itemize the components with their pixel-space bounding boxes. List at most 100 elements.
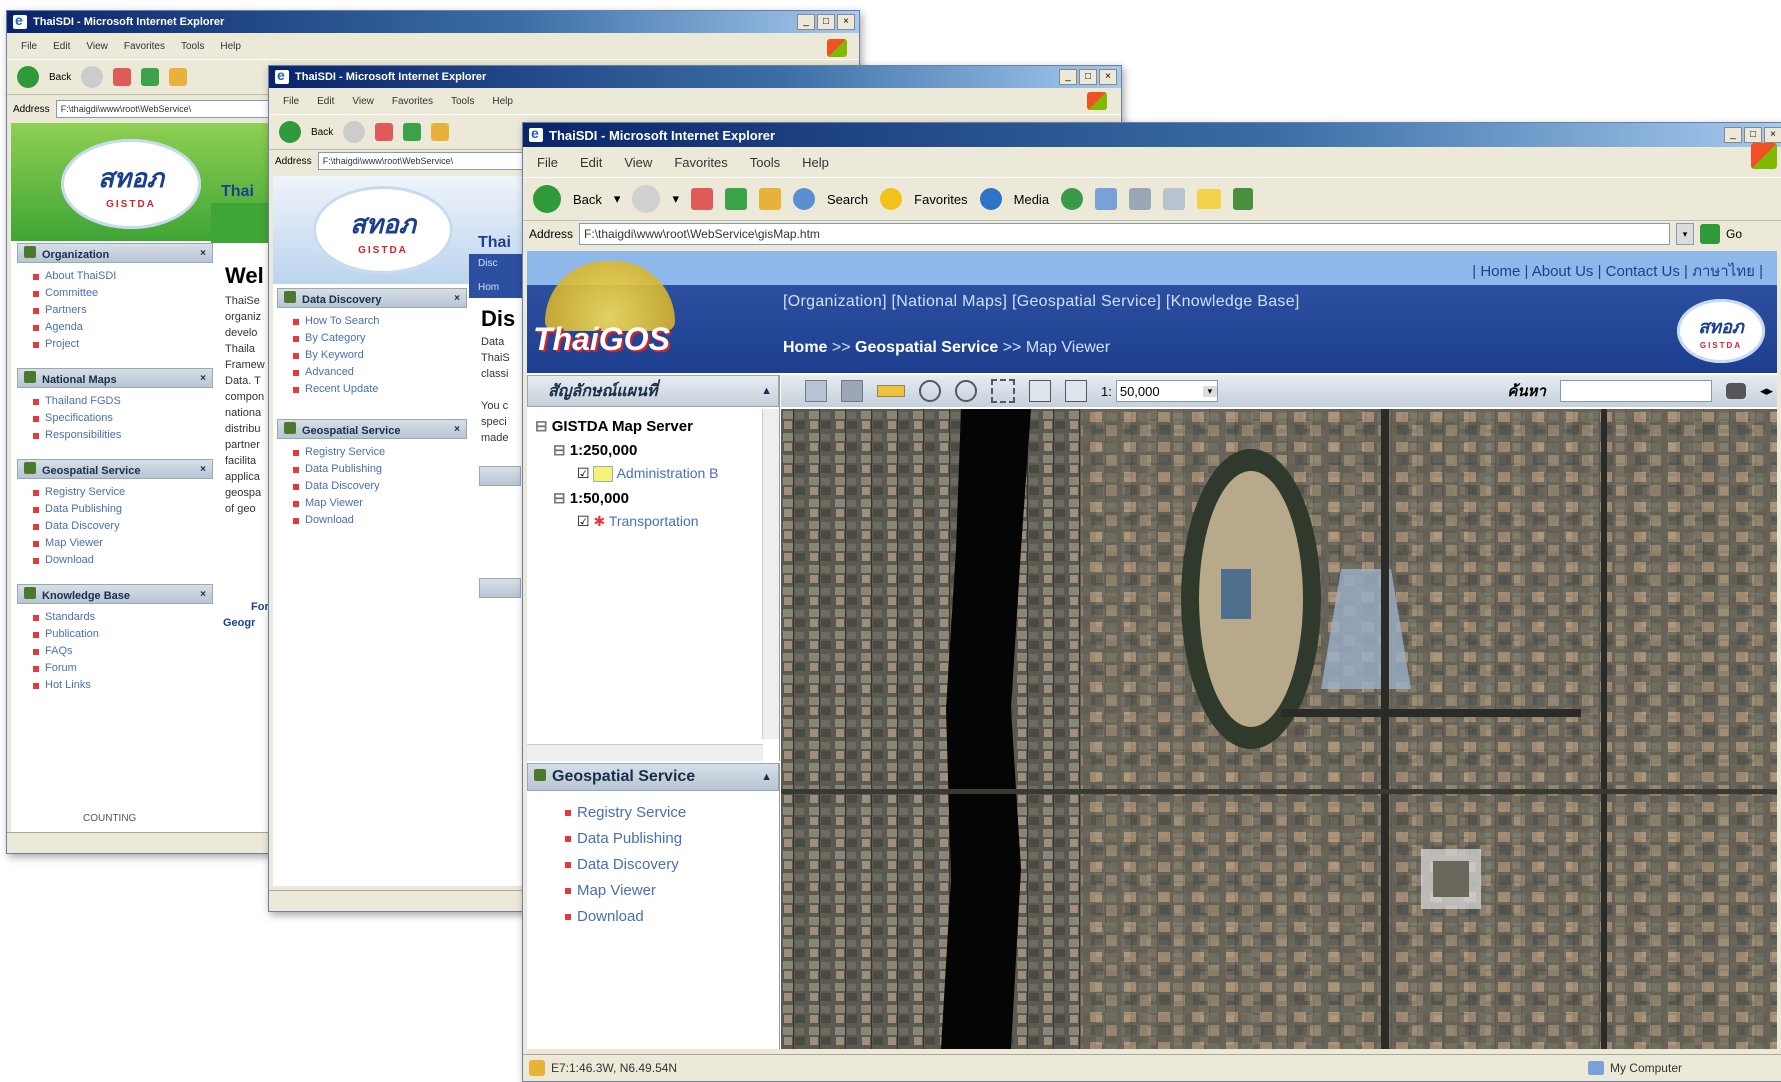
home-icon[interactable] (169, 68, 188, 86)
collapse-icon[interactable]: ▲ (761, 385, 772, 397)
menu-file[interactable]: File (283, 96, 299, 107)
horizontal-scrollbar[interactable] (527, 744, 763, 761)
w1-section-header[interactable]: Geospatial Service × (17, 459, 213, 479)
nav-link[interactable]: Registry Service (293, 445, 467, 460)
nav-link[interactable]: Registry Service (33, 485, 213, 500)
zoom-out-icon[interactable] (955, 380, 977, 402)
nav-link[interactable]: Data Publishing (293, 462, 467, 477)
menu-favorites[interactable]: Favorites (124, 41, 165, 52)
nav-link[interactable]: Data Discovery (293, 479, 467, 494)
stop-icon[interactable] (375, 123, 394, 141)
nav-link[interactable]: Map Viewer (293, 496, 467, 511)
forward-icon[interactable] (632, 185, 661, 213)
stop-icon[interactable] (113, 68, 132, 86)
title-bar[interactable]: ThaiSDI - Microsoft Internet Explorer (523, 123, 1781, 147)
forward-dropdown[interactable]: ▾ (672, 191, 679, 207)
vertical-scrollbar[interactable] (762, 409, 779, 739)
tree-group-250000[interactable]: ⊟ 1:250,000 (553, 441, 637, 459)
breadcrumb-home[interactable]: Home (783, 339, 827, 356)
tree-layer-transportation[interactable]: ☑ ✱ Transportation (577, 513, 699, 530)
chevron-down-icon[interactable]: ▾ (1202, 385, 1217, 397)
zoom-in-icon[interactable] (919, 380, 941, 402)
nav-link[interactable]: Hot Links (33, 678, 213, 693)
nav-link[interactable]: Agenda (33, 320, 213, 335)
mail-icon[interactable] (1095, 188, 1118, 210)
w1-section-header[interactable]: National Maps × (17, 368, 213, 388)
favorites-label[interactable]: Favorites (914, 192, 967, 207)
home-icon[interactable] (431, 123, 450, 141)
link-download[interactable]: Download (565, 905, 779, 929)
full-extent-icon[interactable] (991, 379, 1015, 403)
refresh-icon[interactable] (141, 68, 160, 86)
menu-favorites[interactable]: Favorites (392, 96, 433, 107)
history-icon[interactable] (1061, 188, 1084, 210)
footer-link-1[interactable]: For (251, 601, 269, 613)
back-label[interactable]: Back (311, 127, 333, 138)
menu-file[interactable]: File (537, 155, 558, 170)
footer-link-2[interactable]: Geogr (223, 617, 255, 629)
w2-section-header[interactable]: Geospatial Service × (277, 419, 467, 439)
nav-link[interactable]: Project (33, 337, 213, 352)
w1-section-header[interactable]: Knowledge Base × (17, 584, 213, 604)
menu-help[interactable]: Help (492, 96, 513, 107)
menu-tools[interactable]: Tools (181, 41, 204, 52)
maximize-button[interactable]: □ (1744, 127, 1762, 143)
nav-strip-label-a[interactable]: Disc (478, 258, 497, 269)
collapse-icon[interactable]: ▲ (761, 771, 772, 783)
main-nav[interactable]: [Organization] [National Maps] [Geospati… (783, 293, 1300, 311)
messenger-icon[interactable] (1233, 188, 1254, 210)
identify-icon[interactable] (841, 380, 863, 402)
media-icon[interactable] (979, 188, 1002, 210)
link-data-discovery[interactable]: Data Discovery (565, 853, 779, 877)
breadcrumb-service[interactable]: Geospatial Service (855, 339, 998, 356)
nav-link[interactable]: Responsibilities (33, 428, 213, 443)
favorites-icon[interactable] (880, 188, 903, 210)
nav-link[interactable]: Partners (33, 303, 213, 318)
refresh-icon[interactable] (403, 123, 422, 141)
back-icon[interactable] (17, 66, 39, 88)
edit-icon[interactable] (1163, 188, 1186, 210)
nav-link[interactable]: Committee (33, 286, 213, 301)
nav-link[interactable]: Download (293, 513, 467, 528)
menu-file[interactable]: File (21, 41, 37, 52)
nav-link[interactable]: Recent Update (293, 382, 467, 397)
collapse-icon[interactable]: × (200, 373, 206, 384)
w1-section-header[interactable]: Organization × (17, 243, 213, 263)
minimize-button[interactable]: _ (1724, 127, 1742, 143)
nav-link[interactable]: FAQs (33, 644, 213, 659)
nav-link[interactable]: Thailand FGDS (33, 394, 213, 409)
layer-checkbox[interactable]: ☑ (577, 513, 593, 529)
title-bar[interactable]: ThaiSDI - Microsoft Internet Explorer (269, 66, 1121, 88)
previous-extent-icon[interactable] (1029, 380, 1051, 402)
menu-help[interactable]: Help (220, 41, 241, 52)
menu-view[interactable]: View (86, 41, 108, 52)
maximize-button[interactable]: □ (1079, 69, 1097, 85)
tree-root[interactable]: ⊟ GISTDA Map Server (535, 417, 693, 435)
back-label[interactable]: Back (49, 72, 71, 83)
nav-link[interactable]: About ThaiSDI (33, 269, 213, 284)
nav-link[interactable]: Specifications (33, 411, 213, 426)
search-icon[interactable] (792, 188, 815, 210)
layer-checkbox[interactable]: ☑ (577, 465, 593, 481)
collapse-icon[interactable]: × (200, 248, 206, 259)
nav-link[interactable]: How To Search (293, 314, 467, 329)
maximize-button[interactable]: □ (817, 14, 835, 30)
menu-edit[interactable]: Edit (580, 155, 602, 170)
nav-link[interactable]: By Category (293, 331, 467, 346)
menu-view[interactable]: View (624, 155, 652, 170)
menu-edit[interactable]: Edit (317, 96, 334, 107)
nav-link[interactable]: Standards (33, 610, 213, 625)
scale-select[interactable]: 50,000 ▾ (1115, 380, 1218, 402)
binoculars-icon[interactable] (1725, 383, 1746, 399)
measure-icon[interactable] (877, 385, 905, 397)
tree-layer-administration[interactable]: ☑ Administration B (577, 465, 719, 483)
minimize-button[interactable]: _ (1059, 69, 1077, 85)
search-label[interactable]: Search (827, 192, 868, 207)
link-data-publishing[interactable]: Data Publishing (565, 827, 779, 851)
collapse-icon[interactable]: × (200, 589, 206, 600)
media-label[interactable]: Media (1014, 192, 1049, 207)
link-map-viewer[interactable]: Map Viewer (565, 879, 779, 903)
collapse-icon[interactable]: × (200, 464, 206, 475)
address-dropdown[interactable]: ▾ (1675, 223, 1694, 245)
next-extent-icon[interactable] (1065, 380, 1087, 402)
